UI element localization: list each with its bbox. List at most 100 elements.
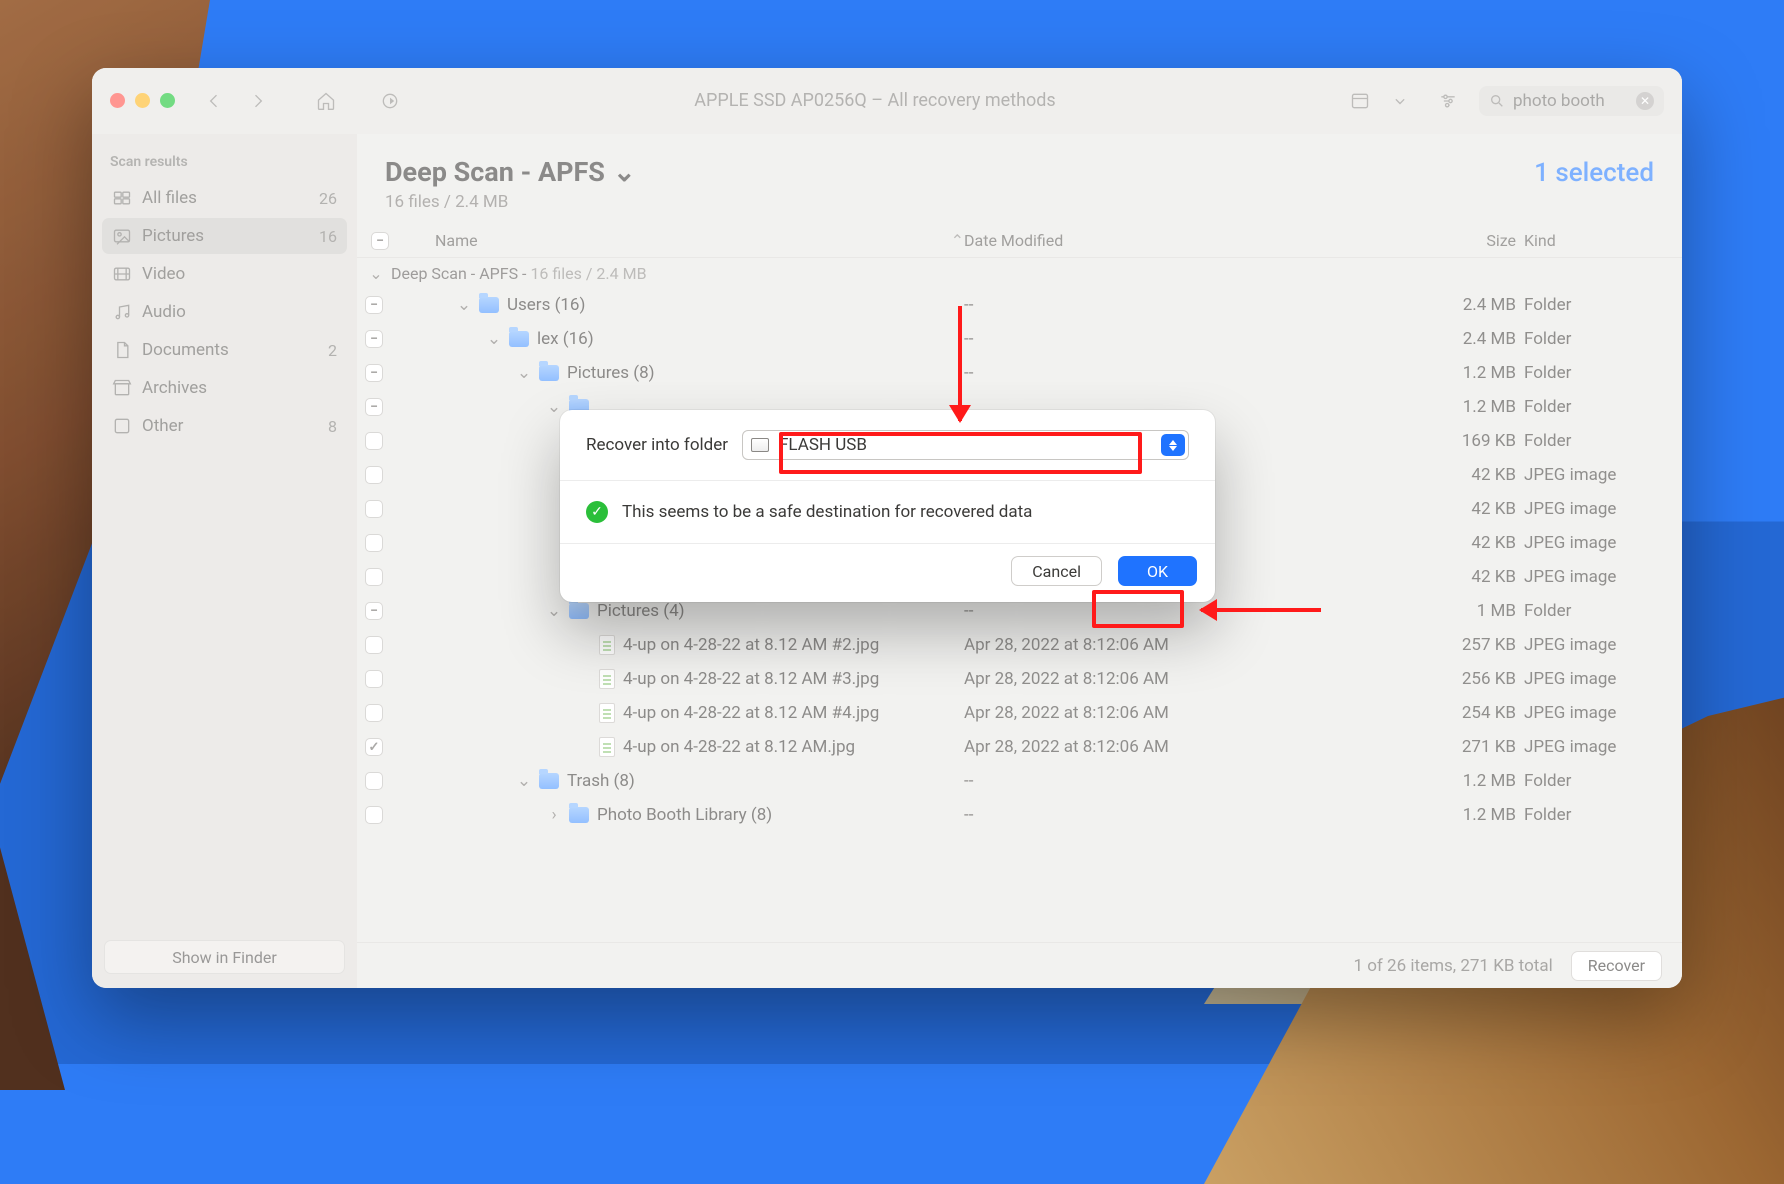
- row-kind: JPEG image: [1524, 737, 1654, 757]
- group-header[interactable]: ⌄ Deep Scan - APFS - 16 files / 2.4 MB: [357, 258, 1682, 288]
- nav-forward-button[interactable]: [241, 86, 275, 116]
- row-date: --: [964, 295, 1244, 315]
- row-checkbox[interactable]: [365, 500, 383, 518]
- show-in-finder-button[interactable]: Show in Finder: [104, 940, 345, 974]
- column-name[interactable]: Name⌃: [435, 231, 964, 250]
- folder-icon: [569, 807, 589, 823]
- rescan-icon[interactable]: [373, 86, 407, 116]
- row-checkbox[interactable]: [365, 432, 383, 450]
- sidebar-item-documents[interactable]: Documents 2: [102, 332, 347, 368]
- row-checkbox[interactable]: [365, 636, 383, 654]
- column-size[interactable]: Size: [1244, 231, 1524, 250]
- row-size: 42 KB: [1244, 567, 1524, 587]
- table-row[interactable]: ›Photo Booth Library (8)--1.2 MBFolder: [357, 798, 1682, 832]
- recover-button[interactable]: Recover: [1571, 951, 1662, 981]
- destination-select[interactable]: FLASH USB: [742, 430, 1189, 460]
- row-date: --: [964, 601, 1244, 621]
- disclosure-icon[interactable]: ⌄: [547, 601, 561, 621]
- title-chevron-icon: ⌄: [613, 156, 636, 188]
- table-row[interactable]: 4-up on 4-28-22 at 8.12 AM #4.jpg Apr 28,…: [357, 696, 1682, 730]
- row-size: 1.2 MB: [1244, 771, 1524, 791]
- row-checkbox[interactable]: [365, 670, 383, 688]
- row-name: Users (16): [507, 295, 585, 315]
- row-date: --: [964, 329, 1244, 349]
- row-checkbox[interactable]: [365, 738, 383, 756]
- disclosure-icon[interactable]: ⌄: [547, 397, 561, 417]
- column-kind[interactable]: Kind: [1524, 231, 1654, 250]
- table-row[interactable]: 4-up on 4-28-22 at 8.12 AM #3.jpgApr 28,…: [357, 662, 1682, 696]
- minimize-window-button[interactable]: [135, 93, 150, 108]
- search-field[interactable]: photo booth ✕: [1479, 86, 1664, 116]
- row-name: Pictures (4): [597, 601, 685, 621]
- maximize-window-button[interactable]: [160, 93, 175, 108]
- page-title[interactable]: Deep Scan - APFS ⌄: [385, 156, 636, 188]
- nav-back-button[interactable]: [197, 86, 231, 116]
- view-options-chevron-icon[interactable]: [1383, 86, 1417, 116]
- row-kind: Folder: [1524, 771, 1654, 791]
- sidebar-item-label: Pictures: [142, 226, 204, 246]
- disclosure-icon[interactable]: ⌄: [457, 295, 471, 315]
- row-date: Apr 28, 2022 at 8:12:06 AM: [964, 703, 1244, 723]
- file-icon: [599, 669, 615, 689]
- row-date: --: [964, 805, 1244, 825]
- row-checkbox[interactable]: [365, 602, 383, 620]
- row-checkbox[interactable]: [365, 534, 383, 552]
- row-date: Apr 28, 2022 at 8:12:06 AM: [964, 737, 1244, 757]
- view-options-icon[interactable]: [1343, 86, 1377, 116]
- row-checkbox[interactable]: [365, 568, 383, 586]
- close-window-button[interactable]: [110, 93, 125, 108]
- row-size: 257 KB: [1244, 635, 1524, 655]
- row-checkbox[interactable]: [365, 466, 383, 484]
- row-checkbox[interactable]: [365, 398, 383, 416]
- row-kind: JPEG image: [1524, 567, 1654, 587]
- row-size: 2.4 MB: [1244, 329, 1524, 349]
- sidebar-item-all-files[interactable]: All files 26: [102, 180, 347, 216]
- disclosure-icon[interactable]: ⌄: [487, 329, 501, 349]
- table-row[interactable]: ⌄lex (16)--2.4 MBFolder: [357, 322, 1682, 356]
- sidebar-item-count: 8: [328, 417, 337, 436]
- disclosure-icon[interactable]: ⌄: [369, 264, 383, 283]
- table-row[interactable]: ⌄ Trash (8) --1.2 MBFolder: [357, 764, 1682, 798]
- table-row[interactable]: ⌄Users (16)--2.4 MBFolder: [357, 288, 1682, 322]
- filters-icon[interactable]: [1431, 86, 1465, 116]
- recover-dialog: Recover into folder FLASH USB ✓ This see…: [560, 410, 1215, 602]
- row-kind: JPEG image: [1524, 703, 1654, 723]
- table-row[interactable]: 4-up on 4-28-22 at 8.12 AM #2.jpgApr 28,…: [357, 628, 1682, 662]
- row-name: Pictures (8): [567, 363, 655, 383]
- row-kind: Folder: [1524, 601, 1654, 621]
- sidebar-item-audio[interactable]: Audio: [102, 294, 347, 330]
- cancel-button[interactable]: Cancel: [1011, 556, 1102, 586]
- header-select-all-checkbox[interactable]: −: [371, 232, 389, 250]
- table-row[interactable]: ⌄Pictures (8)--1.2 MBFolder: [357, 356, 1682, 390]
- row-name: 4-up on 4-28-22 at 8.12 AM #4.jpg: [623, 703, 879, 723]
- row-checkbox[interactable]: [365, 330, 383, 348]
- dropdown-icon: [1161, 434, 1185, 456]
- table-row[interactable]: 4-up on 4-28-22 at 8.12 AM.jpgApr 28, 20…: [357, 730, 1682, 764]
- row-checkbox[interactable]: [365, 806, 383, 824]
- sidebar-item-count: 2: [328, 341, 337, 360]
- file-icon: [599, 737, 615, 757]
- disclosure-icon[interactable]: ›: [547, 805, 561, 825]
- drive-icon: [751, 438, 769, 452]
- sidebar-item-pictures[interactable]: Pictures 16: [102, 218, 347, 254]
- disclosure-icon[interactable]: ⌄: [517, 771, 531, 791]
- row-size: 256 KB: [1244, 669, 1524, 689]
- home-icon[interactable]: [309, 86, 343, 116]
- row-name: Trash (8): [567, 771, 635, 791]
- folder-icon: [569, 603, 589, 619]
- sidebar-item-archives[interactable]: Archives: [102, 370, 347, 406]
- disclosure-icon[interactable]: ⌄: [517, 363, 531, 383]
- sidebar-item-video[interactable]: Video: [102, 256, 347, 292]
- row-checkbox[interactable]: [365, 296, 383, 314]
- ok-button[interactable]: OK: [1118, 556, 1197, 586]
- column-date[interactable]: Date Modified: [964, 231, 1244, 250]
- row-checkbox[interactable]: [365, 772, 383, 790]
- row-checkbox[interactable]: [365, 364, 383, 382]
- check-circle-icon: ✓: [586, 501, 608, 523]
- sidebar-item-other[interactable]: Other 8: [102, 408, 347, 444]
- row-size: 1.2 MB: [1244, 805, 1524, 825]
- row-date: --: [964, 771, 1244, 791]
- row-checkbox[interactable]: [365, 704, 383, 722]
- status-summary: 1 of 26 items, 271 KB total: [1353, 956, 1552, 976]
- clear-search-button[interactable]: ✕: [1636, 92, 1654, 110]
